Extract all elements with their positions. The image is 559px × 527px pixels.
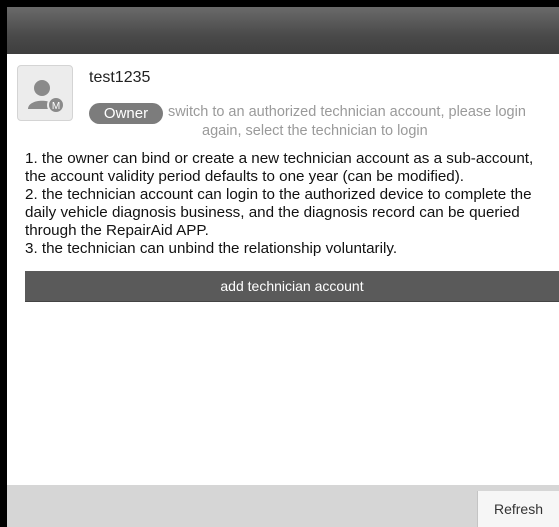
refresh-button[interactable]: Refresh (477, 491, 559, 527)
switch-account-note: switch to an authorized technician accou… (168, 103, 559, 141)
avatar-badge-letter: M (52, 101, 60, 112)
instruction-line: the account validity period defaults to … (25, 168, 465, 185)
avatar: M (17, 65, 73, 121)
user-avatar-icon: M (28, 80, 65, 114)
role-badge: Owner (89, 103, 163, 124)
top-bar (7, 7, 559, 54)
instruction-line: 1. the owner can bind or create a new te… (25, 150, 534, 167)
instruction-line: through the RepairAid APP. (25, 222, 209, 239)
add-technician-button[interactable]: add technician account (25, 271, 559, 302)
instruction-line: 2. the technician account can login to t… (25, 186, 532, 203)
switch-note-line-1: switch to an authorized technician accou… (168, 104, 526, 120)
instruction-line: 3. the technician can unbind the relatio… (25, 240, 398, 257)
instructions: 1. the owner can bind or create a new te… (25, 150, 559, 258)
account-panel: M test1235 Owner switch to an authorized… (7, 7, 559, 527)
switch-note-line-2: again, select the technician to login (202, 123, 428, 139)
username: test1235 (89, 69, 151, 86)
instruction-line: daily vehicle diagnosis business, and th… (25, 204, 520, 221)
